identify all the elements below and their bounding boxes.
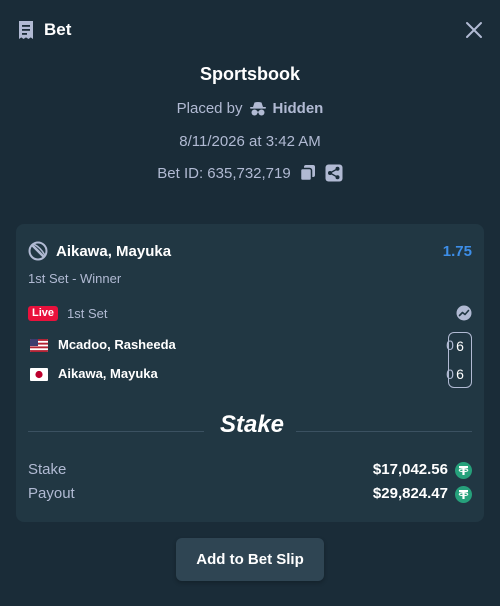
odds-value: 1.75 — [442, 243, 472, 260]
stake-value: $17,042.56 — [372, 461, 448, 478]
stake-logo: Stake — [220, 411, 284, 438]
divider-line — [28, 431, 204, 432]
bet-date: 8/11/2026 at 3:42 AM — [179, 133, 321, 150]
match-period: 1st Set — [67, 306, 108, 321]
bet-card: Aikawa, Mayuka 1.75 1st Set - Winner Liv… — [16, 224, 484, 522]
close-icon[interactable] — [465, 21, 483, 39]
stake-row: Stake $17,042.56 — [28, 461, 472, 481]
stake-divider: Stake — [28, 411, 472, 440]
copy-icon[interactable] — [299, 164, 317, 182]
player-row: Mcadoo, Rasheeda 0 — [28, 336, 472, 356]
live-badge: Live — [28, 306, 59, 321]
incognito-icon — [249, 101, 266, 115]
tether-icon — [455, 486, 472, 503]
player-name: Aikawa, Mayuka — [58, 366, 158, 381]
share-icon[interactable] — [325, 164, 343, 182]
payout-row: Payout $29,824.47 — [28, 485, 472, 505]
payout-value: $29,824.47 — [372, 485, 448, 502]
add-to-bet-slip-button[interactable]: Add to Bet Slip — [176, 538, 324, 581]
modal-title: Bet — [44, 20, 72, 39]
market-name: 1st Set - Winner — [28, 271, 122, 286]
jp-flag-icon — [30, 368, 48, 381]
stats-icon[interactable] — [456, 305, 472, 321]
placed-by: Placed by Hidden — [0, 100, 500, 117]
bet-id-row: Bet ID: 635,732,719 — [0, 164, 500, 182]
set-score-box: 6 6 — [448, 332, 472, 388]
set-score: 6 — [456, 338, 464, 354]
selection-name: Aikawa, Mayuka — [56, 243, 172, 260]
player-row: Aikawa, Mayuka 0 — [28, 365, 472, 385]
placed-by-user: Hidden — [272, 100, 324, 117]
us-flag-icon — [30, 339, 48, 352]
tether-icon — [455, 462, 472, 479]
payout-label: Payout — [28, 485, 75, 502]
sportsbook-title: Sportsbook — [199, 64, 300, 84]
tennis-ball-icon — [28, 241, 48, 261]
svg-text:Stake: Stake — [220, 411, 284, 438]
modal-header: Bet — [0, 0, 500, 60]
player-name: Mcadoo, Rasheeda — [58, 337, 176, 352]
placed-by-label: Placed by — [176, 100, 243, 117]
bet-id: Bet ID: 635,732,719 — [157, 164, 291, 182]
divider-line — [296, 431, 472, 432]
receipt-icon — [19, 21, 33, 39]
stake-label: Stake — [28, 461, 67, 478]
set-score: 6 — [456, 366, 464, 382]
